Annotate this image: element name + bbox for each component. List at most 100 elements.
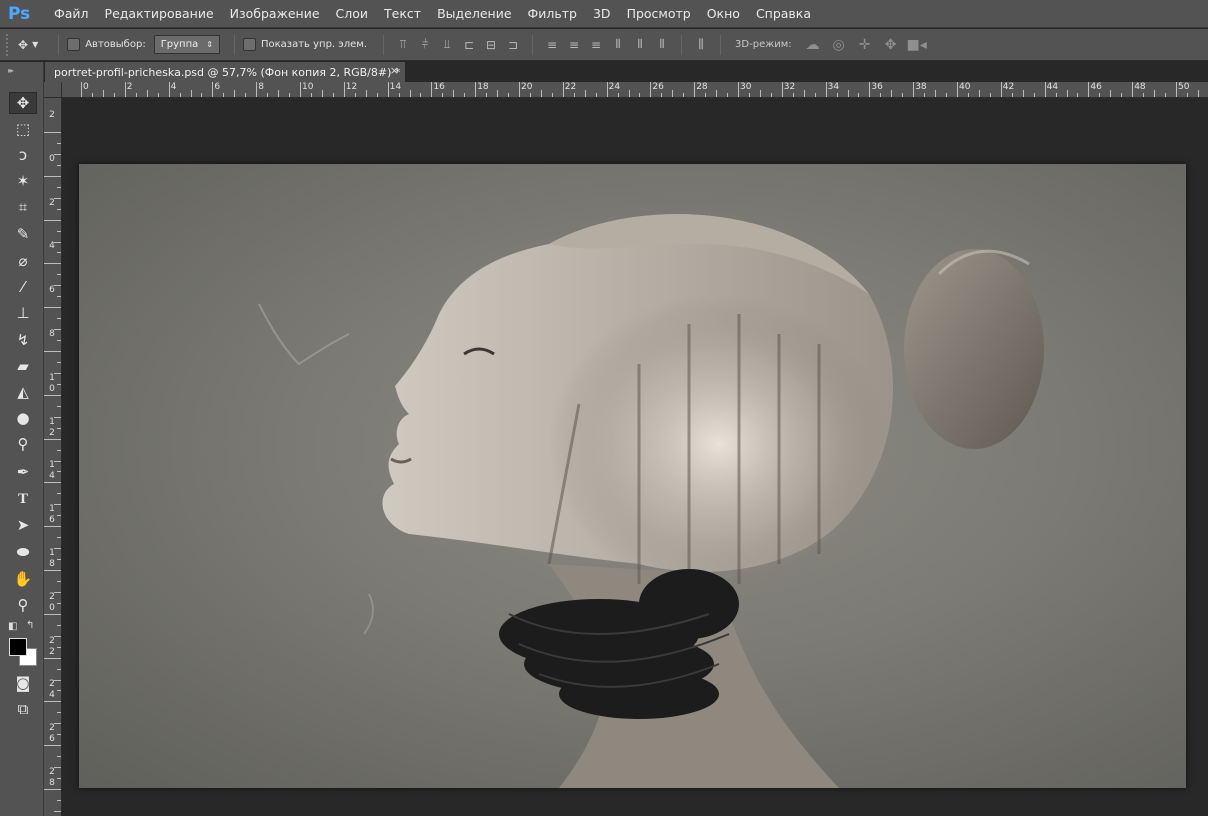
ruler-tick-label: 34 <box>827 82 840 92</box>
hand-tool[interactable]: ✋ <box>9 568 37 590</box>
menu-file[interactable]: Файл <box>46 6 97 21</box>
ruler-minor-tick <box>803 90 805 97</box>
ruler-minor-tick <box>179 93 181 97</box>
ruler-minor-tick <box>57 164 61 166</box>
menu-image[interactable]: Изображение <box>222 6 328 21</box>
ruler-tick-label: 0 <box>49 153 55 164</box>
pen-tool[interactable]: ✒ <box>9 461 37 483</box>
horizontal-ruler[interactable]: 0 2 4 6 8 10 12 14 16 18 20 22 24 26 28 30 32 34 36 38 40 42 4… <box>62 82 1208 98</box>
ruler-tick <box>562 82 564 97</box>
quick-mask-icon[interactable]: ◙ <box>9 672 37 694</box>
ruler-minor-tick <box>57 537 61 539</box>
options-grip[interactable] <box>6 33 10 56</box>
blur-drop-icon: ● <box>16 409 30 427</box>
auto-align-icon[interactable]: ⫼ <box>690 35 712 55</box>
move-tool[interactable]: ✥ <box>9 92 37 114</box>
threed-pan-icon[interactable]: ✛ <box>852 35 878 55</box>
distribute-hcenter-icon[interactable]: ⫴ <box>629 35 651 55</box>
ellipse-tool[interactable]: ⬬ <box>9 541 37 563</box>
stamp-tool[interactable]: ⊥ <box>9 302 37 324</box>
distribute-top-icon[interactable]: ≡ <box>541 35 563 55</box>
align-right-icon[interactable]: ⊐ <box>502 35 524 55</box>
screen-mode-icon[interactable]: ⧉ <box>9 698 37 720</box>
blur-tool[interactable]: ● <box>9 407 37 429</box>
menu-help[interactable]: Справка <box>748 6 819 21</box>
auto-select-dropdown[interactable]: Группа ⇕ <box>153 35 220 54</box>
lasso-tool[interactable]: ↄ <box>9 144 37 166</box>
zoom-icon: ⚲ <box>17 596 29 614</box>
align-top-icon[interactable]: ⫪ <box>392 35 414 55</box>
menu-layers[interactable]: Слои <box>328 6 377 21</box>
path-selection-tool[interactable]: ➤ <box>9 514 37 536</box>
eyedropper-tool[interactable]: ✎ <box>9 223 37 245</box>
ruler-tick <box>825 82 827 97</box>
crop-tool[interactable]: ⌗ <box>9 196 37 218</box>
swap-colors-icon[interactable]: ↰ <box>26 620 34 631</box>
ruler-minor-tick <box>57 690 61 692</box>
close-icon[interactable]: × <box>390 64 399 77</box>
dodge-tool[interactable]: ⚲ <box>9 433 37 455</box>
default-colors-icon[interactable]: ◧ <box>8 621 17 632</box>
auto-select-checkbox[interactable] <box>67 38 81 51</box>
threed-rotate-icon[interactable]: ☁ <box>800 35 826 55</box>
ruler-minor-tick <box>727 93 729 97</box>
menu-filter[interactable]: Фильтр <box>520 6 585 21</box>
menu-3d[interactable]: 3D <box>585 6 619 21</box>
ruler-minor-tick <box>1077 93 1079 97</box>
ruler-minor-tick <box>57 580 61 582</box>
ruler-minor-tick <box>573 93 575 97</box>
align-vcenter-icon[interactable]: ⫩ <box>414 35 436 55</box>
healing-tool[interactable]: ⌀ <box>9 250 37 272</box>
ruler-minor-tick <box>584 90 586 97</box>
menu-view[interactable]: Просмотр <box>619 6 699 21</box>
ruler-tick <box>44 657 61 659</box>
ruler-tick <box>387 82 389 97</box>
ruler-minor-tick <box>529 93 531 97</box>
type-tool[interactable]: T <box>9 488 37 510</box>
menu-type[interactable]: Текст <box>376 6 429 21</box>
move-icon: ✥ <box>18 37 29 52</box>
menu-select[interactable]: Выделение <box>429 6 519 21</box>
distribute-vcenter-icon[interactable]: ≡ <box>563 35 585 55</box>
tool-preset-picker[interactable]: ✥ ▼ <box>18 38 38 52</box>
ruler-minor-tick <box>157 93 159 97</box>
history-brush-tool[interactable]: ↯ <box>9 329 37 351</box>
ruler-minor-tick <box>57 734 61 736</box>
brush-icon: ⁄ <box>21 278 25 296</box>
magic-wand-tool[interactable]: ✶ <box>9 170 37 192</box>
ruler-tick <box>1176 82 1177 97</box>
panel-collapse-icon[interactable]: ▸▸ <box>8 66 14 75</box>
threed-slide-icon[interactable]: ✥ <box>878 35 904 55</box>
marquee-tool[interactable]: ⬚ <box>9 118 37 140</box>
document-canvas[interactable] <box>79 164 1186 788</box>
distribute-left-icon[interactable]: ⫴ <box>607 35 629 55</box>
eraser-tool[interactable]: ▰ <box>9 355 37 377</box>
ruler-tick-label: 20 <box>521 82 533 92</box>
distribute-right-icon[interactable]: ⫴ <box>651 35 673 55</box>
distribute-bottom-icon[interactable]: ≡ <box>585 35 607 55</box>
menu-edit[interactable]: Редактирование <box>97 6 222 21</box>
vertical-ruler[interactable]: 2 0 2 4 6 8 1 0 1 2 1 4 1 6 1 8 2 0 2 2 2 4 2 6 2 8 <box>44 98 62 816</box>
threed-scale-icon[interactable]: ■◂ <box>904 35 930 55</box>
menu-window[interactable]: Окно <box>699 6 748 21</box>
ruler-minor-tick <box>1066 90 1068 97</box>
ruler-minor-tick <box>748 93 750 97</box>
show-transform-checkbox[interactable] <box>242 38 256 51</box>
clone-stamp-icon: ⊥ <box>16 304 30 322</box>
ruler-tick-label: 14 <box>389 82 402 92</box>
align-hcenter-icon[interactable]: ⊟ <box>480 35 502 55</box>
zoom-tool[interactable]: ⚲ <box>9 594 37 616</box>
photoshop-logo: Ps <box>8 3 31 24</box>
brush-tool[interactable]: ⁄ <box>9 276 37 298</box>
align-bottom-icon[interactable]: ⫫ <box>436 35 458 55</box>
ruler-minor-tick <box>1099 93 1101 97</box>
ruler-minor-tick <box>617 93 619 97</box>
paint-bucket-tool[interactable]: ◭ <box>9 381 37 403</box>
threed-roll-icon[interactable]: ◎ <box>826 35 852 55</box>
foreground-color-swatch[interactable] <box>9 638 27 656</box>
align-left-icon[interactable]: ⊏ <box>458 35 480 55</box>
ruler-minor-tick <box>310 93 312 97</box>
document-tab[interactable]: portret-profil-pricheska.psd @ 57,7% (Фо… <box>45 62 405 82</box>
ruler-tick-label: 6 <box>214 82 221 92</box>
ruler-origin[interactable] <box>44 82 62 98</box>
